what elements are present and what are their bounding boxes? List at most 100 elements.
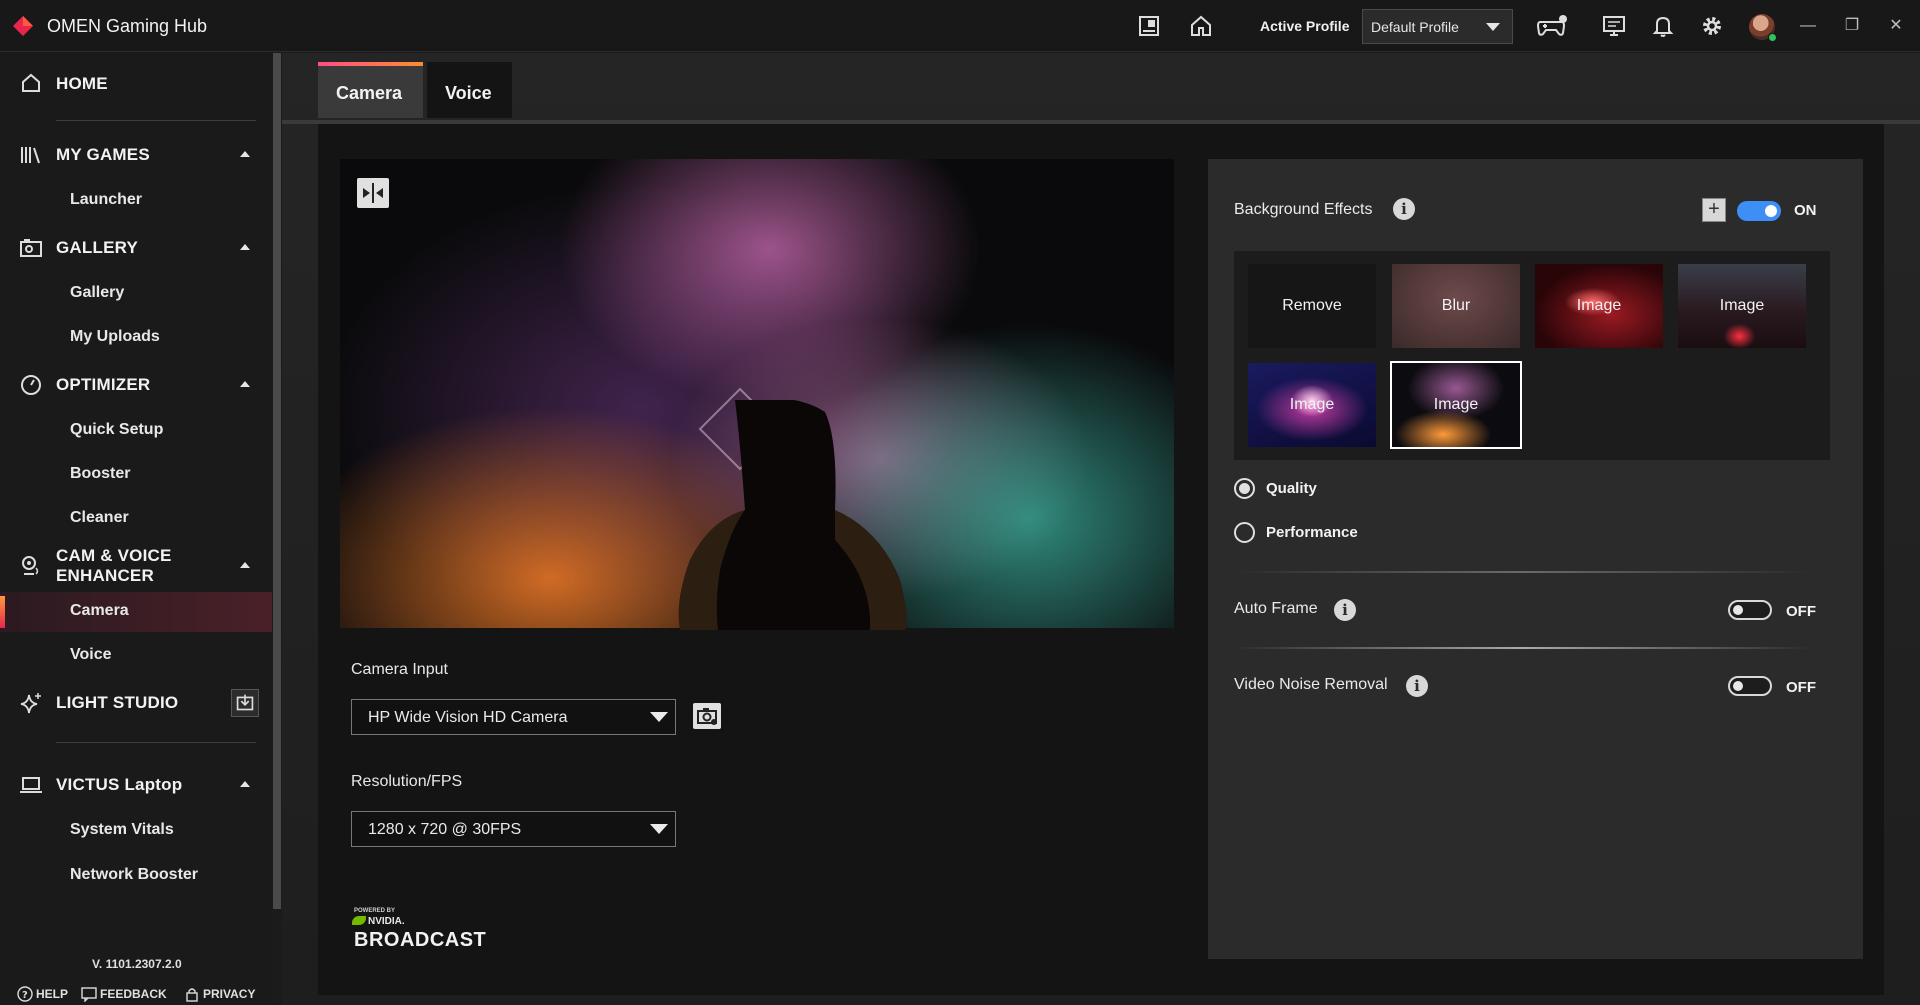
sidebar-item-victus-laptop[interactable]: VICTUS Laptop bbox=[0, 762, 272, 806]
performance-label: Performance bbox=[1266, 524, 1358, 541]
sidebar-item-launcher[interactable]: Launcher bbox=[0, 181, 272, 221]
effect-tile-image-selected[interactable]: Image bbox=[1390, 361, 1522, 449]
sidebar-item-system-vitals[interactable]: System Vitals bbox=[0, 811, 272, 851]
info-icon[interactable]: i bbox=[1406, 675, 1428, 697]
sidebar-item-network-booster[interactable]: Network Booster bbox=[0, 856, 272, 896]
news-icon[interactable] bbox=[1137, 14, 1161, 38]
lock-icon bbox=[186, 988, 198, 1002]
camera-input-value: HP Wide Vision HD Camera bbox=[368, 709, 568, 726]
camera-input-dropdown[interactable]: HP Wide Vision HD Camera bbox=[351, 699, 676, 735]
sidebar-item-voice[interactable]: Voice bbox=[0, 636, 272, 676]
background-effects-toggle[interactable] bbox=[1737, 201, 1781, 221]
sidebar-item-label: Booster bbox=[70, 465, 131, 482]
laptop-icon bbox=[19, 773, 43, 797]
sidebar-item-my-games[interactable]: MY GAMES bbox=[0, 132, 272, 176]
display-icon[interactable] bbox=[1602, 14, 1626, 38]
chevron-up-icon[interactable] bbox=[240, 244, 250, 250]
sidebar-item-cam-voice-enhancer[interactable]: CAM & VOICE ENHANCER bbox=[0, 540, 272, 590]
sidebar-item-label: Quick Setup bbox=[70, 421, 164, 438]
sidebar-scrollbar[interactable] bbox=[273, 53, 281, 909]
divider bbox=[1234, 571, 1812, 573]
version-label: V. 1101.2307.2.0 bbox=[92, 957, 182, 971]
tab-voice[interactable]: Voice bbox=[427, 62, 512, 118]
effect-tile-blur[interactable]: Blur bbox=[1392, 264, 1520, 348]
minimize-icon[interactable]: — bbox=[1796, 14, 1820, 38]
controller-icon[interactable] bbox=[1535, 14, 1569, 38]
chevron-up-icon[interactable] bbox=[240, 781, 250, 787]
profile-dropdown-value: Default Profile bbox=[1371, 19, 1459, 35]
sidebar-item-label: System Vitals bbox=[70, 821, 174, 838]
sidebar-item-home[interactable]: HOME bbox=[0, 61, 272, 105]
sidebar-item-booster[interactable]: Booster bbox=[0, 455, 272, 495]
resolution-dropdown[interactable]: 1280 x 720 @ 30FPS bbox=[351, 811, 676, 847]
chevron-up-icon[interactable] bbox=[240, 151, 250, 157]
background-effects-state: ON bbox=[1794, 202, 1817, 219]
sidebar-item-label: LIGHT STUDIO bbox=[56, 693, 179, 712]
privacy-link[interactable]: PRIVACY bbox=[184, 986, 255, 1002]
sidebar-item-label: Camera bbox=[70, 602, 129, 619]
sidebar-item-my-uploads[interactable]: My Uploads bbox=[0, 318, 272, 358]
sidebar-item-label: ENHANCER bbox=[56, 566, 154, 585]
sidebar-item-optimizer[interactable]: OPTIMIZER bbox=[0, 362, 272, 406]
sparkle-icon bbox=[19, 691, 43, 715]
privacy-label: PRIVACY bbox=[203, 987, 256, 1001]
effect-tile-image[interactable]: Image bbox=[1248, 363, 1376, 447]
sidebar-item-camera[interactable]: Camera bbox=[0, 592, 272, 632]
online-status-icon bbox=[1768, 33, 1777, 42]
toggle-knob bbox=[1733, 605, 1743, 615]
background-effects-title: Background Effects bbox=[1234, 201, 1373, 218]
effect-tile-image[interactable]: Image bbox=[1678, 264, 1806, 348]
svg-text:?: ? bbox=[22, 990, 28, 1001]
chevron-down-icon bbox=[650, 824, 668, 834]
profile-dropdown[interactable]: Default Profile bbox=[1362, 9, 1513, 44]
quality-label: Quality bbox=[1266, 480, 1317, 497]
chevron-down-icon bbox=[650, 712, 668, 722]
mirror-button[interactable] bbox=[357, 178, 389, 208]
tab-camera[interactable]: Camera bbox=[318, 62, 423, 118]
feedback-icon bbox=[81, 987, 97, 1002]
nvidia-logo: NVIDIA. bbox=[352, 916, 405, 927]
info-icon[interactable]: i bbox=[1393, 198, 1415, 220]
chevron-up-icon[interactable] bbox=[240, 562, 250, 568]
help-label: HELP bbox=[36, 987, 69, 1001]
sidebar-item-gallery-section[interactable]: GALLERY bbox=[0, 225, 272, 269]
nvidia-label: NVIDIA. bbox=[368, 916, 405, 927]
performance-radio[interactable] bbox=[1234, 522, 1255, 543]
effect-tile-image[interactable]: Image bbox=[1535, 264, 1663, 348]
toggle-knob bbox=[1733, 681, 1743, 691]
quality-radio[interactable] bbox=[1234, 478, 1255, 499]
auto-frame-state: OFF bbox=[1786, 603, 1816, 620]
info-icon[interactable]: i bbox=[1334, 599, 1356, 621]
gauge-icon bbox=[19, 373, 43, 397]
auto-frame-toggle[interactable] bbox=[1728, 600, 1772, 620]
gear-icon[interactable] bbox=[1700, 14, 1724, 38]
sidebar-item-label: OPTIMIZER bbox=[56, 375, 151, 394]
restore-icon[interactable]: ❐ bbox=[1840, 14, 1864, 38]
sidebar-item-label: Voice bbox=[70, 646, 112, 663]
home-icon[interactable] bbox=[1189, 14, 1213, 38]
gallery-icon bbox=[19, 236, 43, 260]
add-background-button[interactable]: + bbox=[1702, 198, 1726, 222]
video-noise-removal-toggle[interactable] bbox=[1728, 676, 1772, 696]
resolution-label: Resolution/FPS bbox=[351, 773, 463, 790]
library-icon bbox=[19, 143, 43, 167]
chevron-up-icon[interactable] bbox=[240, 381, 250, 387]
sidebar-item-gallery[interactable]: Gallery bbox=[0, 274, 272, 314]
bell-icon[interactable] bbox=[1651, 14, 1675, 38]
feedback-link[interactable]: FEEDBACK bbox=[81, 986, 167, 1002]
camera-input-label: Camera Input bbox=[351, 661, 448, 678]
webcam-icon bbox=[19, 554, 43, 578]
sidebar-item-quick-setup[interactable]: Quick Setup bbox=[0, 411, 272, 451]
broadcast-label: BROADCAST bbox=[354, 929, 487, 951]
active-tab-indicator bbox=[318, 62, 423, 66]
camera-settings-button[interactable] bbox=[693, 703, 721, 729]
tab-label: Voice bbox=[445, 83, 492, 103]
sidebar-item-label: Network Booster bbox=[70, 866, 199, 883]
effect-tile-remove[interactable]: Remove bbox=[1248, 264, 1376, 348]
download-icon[interactable] bbox=[231, 689, 259, 717]
sidebar-item-cleaner[interactable]: Cleaner bbox=[0, 499, 272, 539]
sidebar-item-label: Launcher bbox=[70, 191, 143, 208]
close-icon[interactable]: ✕ bbox=[1884, 14, 1908, 38]
omen-logo-icon bbox=[13, 16, 33, 36]
help-link[interactable]: ? HELP bbox=[17, 986, 68, 1002]
